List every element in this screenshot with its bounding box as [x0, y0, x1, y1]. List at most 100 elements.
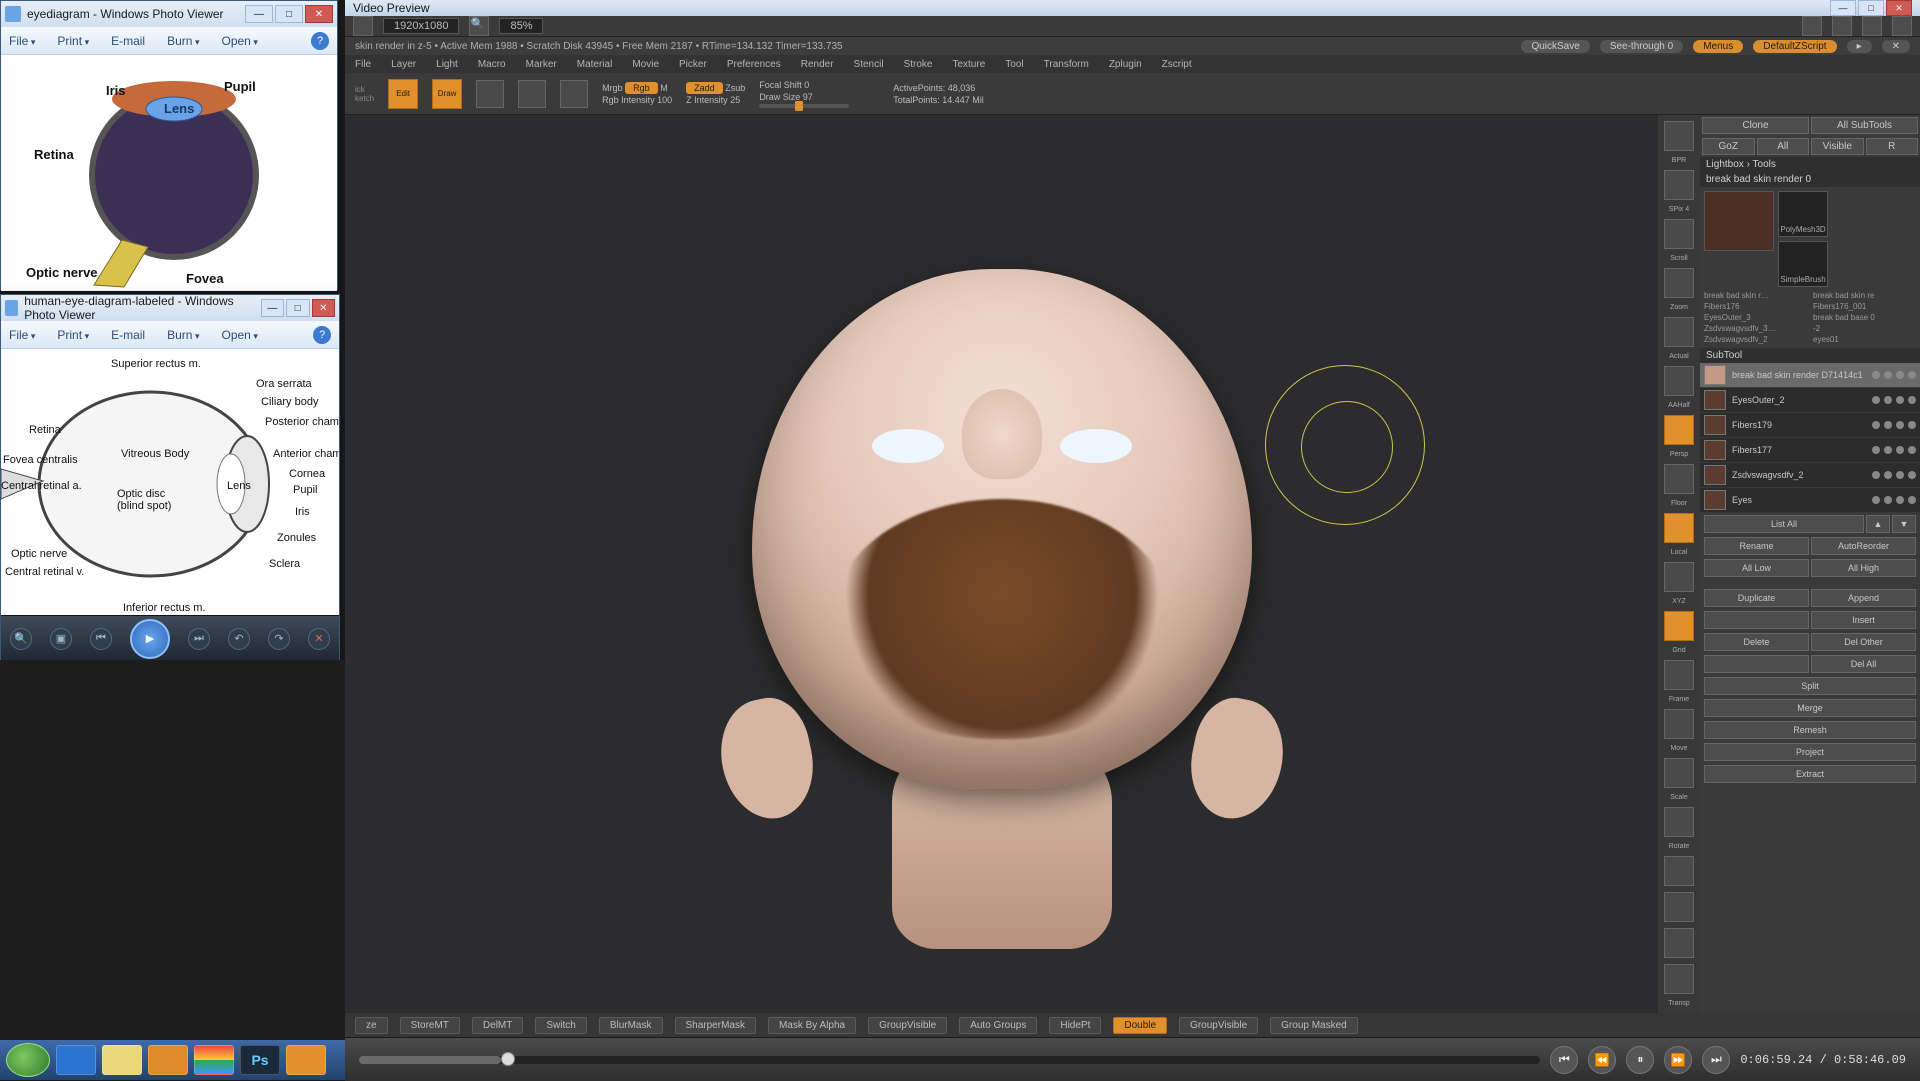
visible-button[interactable]: Visible — [1811, 138, 1864, 155]
open-menu[interactable]: Open — [222, 34, 258, 48]
move-button[interactable] — [476, 80, 504, 108]
bbar-hidept[interactable]: HidePt — [1049, 1017, 1101, 1034]
menu-texture[interactable]: Texture — [952, 59, 985, 70]
rstrip-xyz[interactable] — [1664, 562, 1694, 592]
delete-button[interactable]: Delete — [1704, 633, 1809, 651]
focal-shift[interactable]: Focal Shift 0 — [759, 80, 849, 90]
taskbar-ie-icon[interactable] — [56, 1045, 96, 1075]
remesh-button[interactable]: Remesh — [1704, 721, 1916, 739]
project-item[interactable]: eyes01 — [1813, 335, 1916, 344]
rstrip-aahalf[interactable] — [1664, 366, 1694, 396]
tool-button[interactable] — [1802, 16, 1822, 36]
menu-preferences[interactable]: Preferences — [727, 59, 781, 70]
minimize-button[interactable]: — — [1830, 0, 1856, 16]
open-menu[interactable]: Open — [222, 328, 258, 342]
project-item[interactable]: Zsdvswagvsdfv_3… — [1704, 324, 1807, 333]
seethrough-button[interactable]: See-through 0 — [1600, 40, 1683, 53]
delother-button[interactable]: Del Other — [1811, 633, 1916, 651]
taskbar-explorer-icon[interactable] — [102, 1045, 142, 1075]
seek-bar[interactable] — [359, 1056, 1540, 1064]
rstrip-grid[interactable] — [1664, 611, 1694, 641]
pause-icon[interactable]: ⏸ — [1626, 1046, 1654, 1074]
tool-thumb[interactable]: SimpleBrush — [1778, 241, 1828, 287]
burn-menu[interactable]: Burn — [167, 328, 199, 342]
quicksave-button[interactable]: QuickSave — [1521, 40, 1589, 53]
up-button[interactable]: ▲ — [1866, 515, 1890, 533]
close-button[interactable]: ✕ — [305, 5, 333, 23]
menu-stencil[interactable]: Stencil — [854, 59, 884, 70]
next-icon[interactable]: ⏭ — [188, 628, 210, 650]
bbar-storemt[interactable]: StoreMT — [400, 1017, 460, 1034]
rstrip-local[interactable] — [1664, 513, 1694, 543]
collapse-button[interactable]: ▸ — [1847, 40, 1872, 53]
subtool-row[interactable]: Fibers177 — [1700, 438, 1920, 463]
bbar-blurmask[interactable]: BlurMask — [599, 1017, 663, 1034]
menu-macro[interactable]: Macro — [478, 59, 506, 70]
project-item[interactable]: Fibers176_001 — [1813, 302, 1916, 311]
zoom-field[interactable]: 85% — [499, 18, 543, 34]
bbar-delmt[interactable]: DelMT — [472, 1017, 523, 1034]
search-icon[interactable]: 🔍 — [469, 16, 489, 36]
tool-thumb[interactable]: PolyMesh3D — [1778, 191, 1828, 237]
split-button[interactable]: Split — [1704, 677, 1916, 695]
rstrip-move[interactable] — [1664, 709, 1694, 739]
menu-marker[interactable]: Marker — [526, 59, 557, 70]
wpv2-titlebar[interactable]: human-eye-diagram-labeled - Windows Phot… — [1, 295, 339, 321]
project-button[interactable]: Project — [1704, 743, 1916, 761]
bbar-group-masked[interactable]: Group Masked — [1270, 1017, 1358, 1034]
forward-icon[interactable]: ⏩ — [1664, 1046, 1692, 1074]
rstrip-bpr[interactable] — [1664, 121, 1694, 151]
maximize-button[interactable]: □ — [1858, 0, 1884, 16]
subtool-row[interactable]: break bad skin render D71414c1 — [1700, 363, 1920, 388]
taskbar-chrome-icon[interactable] — [194, 1045, 234, 1075]
close-button[interactable]: ✕ — [1882, 40, 1910, 53]
resolution-field[interactable]: 1920x1080 — [383, 18, 459, 34]
print-menu[interactable]: Print — [57, 34, 89, 48]
menu-zplugin[interactable]: Zplugin — [1109, 59, 1142, 70]
maximize-button[interactable]: □ — [275, 5, 303, 23]
print-menu[interactable]: Print — [57, 328, 89, 342]
scale-button[interactable] — [518, 80, 546, 108]
rstrip-floor[interactable] — [1664, 464, 1694, 494]
menu-tool[interactable]: Tool — [1005, 59, 1023, 70]
wpv1-titlebar[interactable]: eyediagram - Windows Photo Viewer — □ ✕ — [1, 1, 337, 27]
project-item[interactable]: break bad skin re — [1813, 291, 1916, 300]
r-button[interactable]: R — [1866, 138, 1919, 155]
defaultzscript-button[interactable]: DefaultZScript — [1753, 40, 1836, 53]
rotate-cw-icon[interactable]: ↷ — [268, 628, 290, 650]
bbar-sharpermask[interactable]: SharperMask — [675, 1017, 756, 1034]
rstrip-button[interactable] — [1664, 856, 1694, 886]
taskbar-app-icon[interactable] — [286, 1045, 326, 1075]
rstrip-button[interactable] — [1664, 892, 1694, 922]
subtool-row[interactable]: EyesOuter_2 — [1700, 388, 1920, 413]
menu-zscript[interactable]: Zscript — [1162, 59, 1192, 70]
taskbar-media-icon[interactable] — [148, 1045, 188, 1075]
project-item[interactable]: break bad skin r… — [1704, 291, 1807, 300]
skip-start-icon[interactable]: ⏮ — [1550, 1046, 1578, 1074]
alllow-button[interactable]: All Low — [1704, 559, 1809, 577]
help-icon[interactable]: ? — [313, 326, 331, 344]
tool-button[interactable] — [1892, 16, 1912, 36]
bbar-groupvisible[interactable]: GroupVisible — [1179, 1017, 1258, 1034]
minimize-button[interactable]: — — [261, 299, 284, 317]
goz-button[interactable]: GoZ — [1702, 138, 1755, 155]
delall-button[interactable]: Del All — [1811, 655, 1916, 673]
close-button[interactable]: ✕ — [312, 299, 335, 317]
menu-stroke[interactable]: Stroke — [904, 59, 933, 70]
rotate-button[interactable] — [560, 80, 588, 108]
down-button[interactable]: ▼ — [1892, 515, 1916, 533]
slideshow-button[interactable]: ▶ — [130, 619, 170, 659]
rstrip-spix 4[interactable] — [1664, 170, 1694, 200]
allhigh-button[interactable]: All High — [1811, 559, 1916, 577]
vprev-titlebar[interactable]: Video Preview — □ ✕ — [345, 0, 1920, 16]
rstrip-frame[interactable] — [1664, 660, 1694, 690]
zadd-button[interactable]: Zadd — [686, 82, 723, 94]
project-item[interactable]: -2 — [1813, 324, 1916, 333]
insert-button[interactable]: Insert — [1811, 611, 1916, 629]
rstrip-rotate[interactable] — [1664, 807, 1694, 837]
menu-file[interactable]: File — [355, 59, 371, 70]
rotate-ccw-icon[interactable]: ↶ — [228, 628, 250, 650]
bbar-ze[interactable]: ze — [355, 1017, 388, 1034]
close-button[interactable]: ✕ — [1886, 0, 1912, 16]
start-button[interactable] — [6, 1043, 50, 1077]
